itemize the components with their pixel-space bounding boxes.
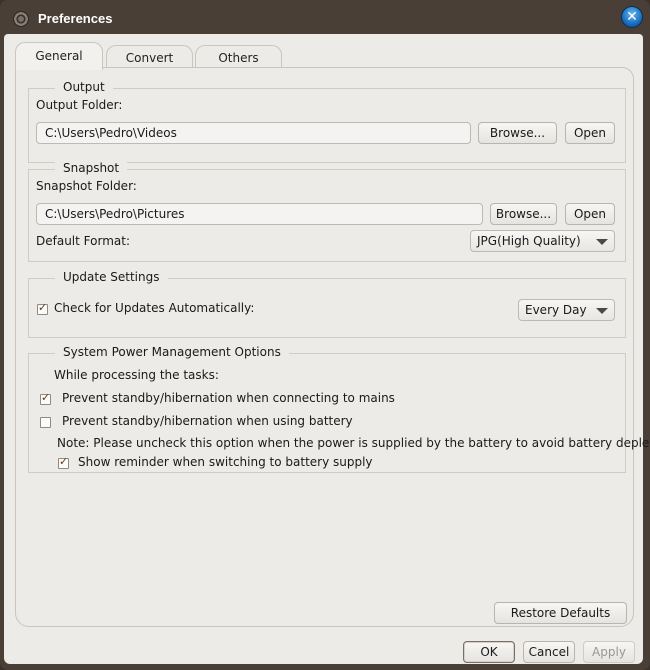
snapshot-open-button[interactable]: Open (565, 203, 615, 225)
chevron-down-icon (596, 239, 608, 245)
output-open-button[interactable]: Open (565, 122, 615, 144)
check-updates-label[interactable]: Check for Updates Automatically: (54, 301, 254, 315)
default-format-label: Default Format: (36, 234, 130, 248)
general-tab-panel: Output Output Folder: C:\Users\Pedro\Vid… (15, 67, 650, 627)
prevent-standby-mains-checkbox[interactable]: ✓ (40, 391, 51, 405)
battery-note: Note: Please uncheck this option when th… (57, 436, 650, 450)
output-group-title: Output (55, 80, 113, 94)
default-format-value: JPG(High Quality) (477, 234, 581, 248)
snapshot-group-title: Snapshot (55, 161, 128, 175)
close-button[interactable]: ✕ (621, 6, 643, 28)
prevent-standby-battery-label[interactable]: Prevent standby/hibernation when using b… (62, 414, 353, 428)
power-management-title: System Power Management Options (55, 345, 289, 359)
check-updates-checkbox[interactable]: ✓ (37, 301, 48, 315)
tab-others[interactable]: Others (195, 45, 282, 69)
window-title: Preferences (38, 11, 113, 26)
ok-button[interactable]: OK (463, 641, 515, 663)
output-browse-button[interactable]: Browse... (478, 122, 557, 144)
chevron-down-icon (596, 308, 608, 314)
battery-reminder-checkbox[interactable]: ✓ (58, 455, 69, 469)
film-reel-icon (13, 11, 29, 27)
preferences-window: Preferences ✕ General Convert Others Out… (0, 0, 650, 670)
dialog-client: General Convert Others Output Output Fol… (4, 34, 650, 664)
output-folder-input[interactable]: C:\Users\Pedro\Videos (36, 122, 471, 144)
tab-convert[interactable]: Convert (106, 45, 193, 69)
title-bar[interactable]: Preferences ✕ (0, 0, 650, 34)
battery-reminder-label[interactable]: Show reminder when switching to battery … (78, 455, 373, 469)
update-settings-title: Update Settings (55, 270, 168, 284)
close-icon: ✕ (626, 9, 638, 25)
snapshot-browse-button[interactable]: Browse... (490, 203, 557, 225)
tab-general[interactable]: General (15, 42, 103, 70)
checkmark-icon: ✓ (59, 455, 69, 468)
snapshot-folder-input[interactable]: C:\Users\Pedro\Pictures (36, 203, 483, 225)
power-management-group: System Power Management Options While pr… (28, 345, 650, 473)
apply-button[interactable]: Apply (583, 641, 635, 663)
restore-defaults-button[interactable]: Restore Defaults (494, 602, 627, 624)
snapshot-folder-label: Snapshot Folder: (36, 179, 137, 193)
update-frequency-select[interactable]: Every Day (518, 299, 615, 321)
default-format-select[interactable]: JPG(High Quality) (470, 230, 615, 252)
update-settings-group: Update Settings ✓ Check for Updates Auto… (28, 270, 626, 338)
checkmark-icon: ✓ (41, 391, 51, 404)
snapshot-group: Snapshot Snapshot Folder: C:\Users\Pedro… (28, 161, 626, 262)
checkmark-icon: ✓ (38, 301, 48, 314)
update-frequency-value: Every Day (525, 303, 587, 317)
cancel-button[interactable]: Cancel (523, 641, 575, 663)
prevent-standby-mains-label[interactable]: Prevent standby/hibernation when connect… (62, 391, 395, 405)
output-group: Output Output Folder: C:\Users\Pedro\Vid… (28, 80, 626, 163)
processing-intro-label: While processing the tasks: (54, 368, 219, 382)
output-folder-label: Output Folder: (36, 98, 123, 112)
prevent-standby-battery-checkbox[interactable] (40, 417, 51, 428)
